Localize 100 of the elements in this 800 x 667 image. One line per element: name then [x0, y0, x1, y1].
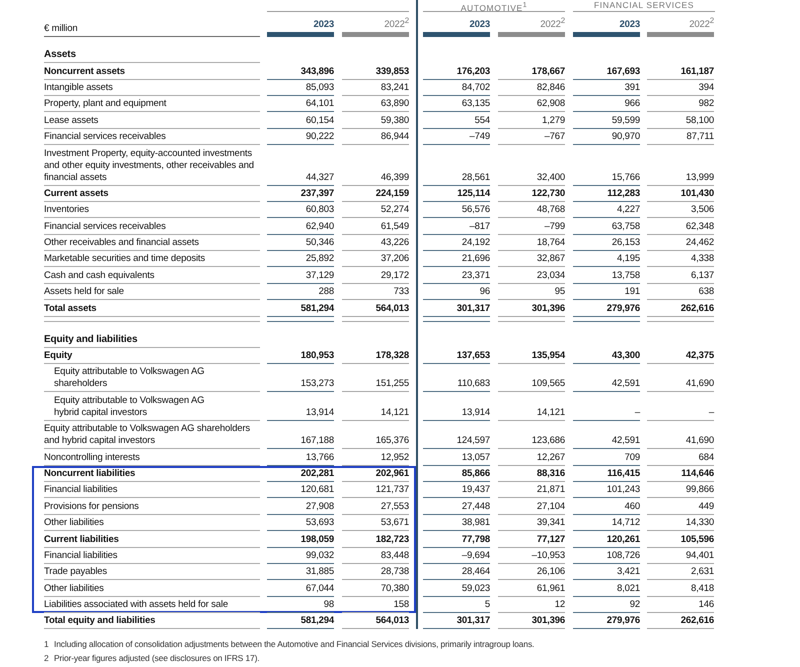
table-cell: 733 — [342, 284, 409, 300]
table-cell: 87,711 — [647, 128, 714, 146]
table-cell: 52,274 — [342, 202, 409, 218]
table-cell: 165,376 — [342, 420, 409, 450]
row-label: Noncurrent assets — [44, 66, 125, 77]
table-cell: 982 — [647, 96, 714, 112]
table-cell: 301,317 — [423, 613, 490, 630]
table-cell: 167,188 — [267, 420, 334, 450]
table-cell: 90,222 — [267, 128, 334, 146]
table-cell: 62,348 — [647, 218, 714, 235]
table-cell: 61,549 — [342, 218, 409, 235]
table-cell: 161,187 — [647, 63, 714, 80]
table-cell: 12 — [498, 596, 565, 614]
table-cell: 167,693 — [573, 63, 640, 80]
row-label: Total assets — [44, 302, 96, 314]
year-header: 2023 — [423, 15, 490, 38]
table-cell: 108,726 — [573, 548, 640, 564]
table-cell: 85,093 — [267, 80, 334, 96]
table-cell: 21,871 — [498, 482, 565, 498]
table-cell: 460 — [573, 498, 640, 515]
year-header: 2023 — [573, 15, 640, 38]
table-cell: 32,400 — [498, 145, 565, 186]
table-cell: 14,712 — [573, 514, 640, 532]
table-cell: 85,866 — [423, 466, 490, 482]
table-cell: 27,908 — [267, 498, 334, 515]
table-cell: 23,034 — [498, 267, 565, 284]
table-cell: 262,616 — [647, 613, 714, 630]
table-cell: 124,597 — [423, 420, 490, 450]
table-cell: 15,766 — [573, 145, 640, 186]
table-cell: 95 — [498, 284, 565, 300]
table-cell: 67,044 — [267, 580, 334, 597]
table-cell: 638 — [647, 284, 714, 300]
table-cell: 56,576 — [423, 202, 490, 218]
table-cell: 135,954 — [498, 348, 565, 364]
table-cell: 18,764 — [498, 234, 565, 252]
unit-label: € million — [44, 23, 78, 34]
table-cell: 48,768 — [498, 202, 565, 218]
table-cell: 44,327 — [267, 145, 334, 186]
table-cell: 26,106 — [498, 564, 565, 580]
table-cell: 88,316 — [498, 466, 565, 482]
table-cell: 99,032 — [267, 548, 334, 564]
table-cell: – — [573, 392, 640, 421]
row-label: Financial services receivables — [44, 220, 166, 232]
table-cell: 391 — [573, 80, 640, 96]
year-header: 2022$^{2}$ — [647, 12, 714, 38]
table-cell: 279,976 — [573, 613, 640, 630]
row-label: Liabilities associated with assets held for sale — [44, 599, 228, 610]
table-cell: 116,415 — [573, 466, 640, 482]
year-header: 2022$^{2}$ — [498, 12, 565, 38]
table-cell: 14,121 — [498, 392, 565, 421]
column-group-label: FINANCIAL SERVICES — [594, 0, 694, 10]
table-cell: 8,021 — [573, 580, 640, 597]
table-cell: 288 — [267, 284, 334, 300]
table-cell: 101,430 — [647, 186, 714, 202]
table-cell: 564,013 — [342, 300, 409, 317]
table-cell: 63,758 — [573, 218, 640, 235]
table-cell: 3,506 — [647, 202, 714, 218]
table-cell: 14,330 — [647, 514, 714, 532]
row-label: Current assets — [44, 188, 108, 199]
table-cell: 83,241 — [342, 80, 409, 96]
table-cell: 62,908 — [498, 96, 565, 112]
table-cell: 53,671 — [342, 514, 409, 532]
table-cell: 59,599 — [573, 112, 640, 129]
table-cell: 709 — [573, 449, 640, 466]
table-cell: 191 — [573, 284, 640, 300]
table-cell: 114,646 — [647, 466, 714, 482]
table-cell: 92 — [573, 596, 640, 614]
row-label: Trade payables — [44, 566, 108, 578]
table-cell: –10,953 — [498, 548, 565, 564]
table-cell: 4,338 — [647, 251, 714, 268]
table-cell: 202,961 — [342, 466, 409, 482]
table-cell: 301,396 — [498, 300, 565, 317]
table-cell: 105,596 — [647, 531, 714, 548]
table-cell: –749 — [423, 128, 490, 146]
row-label: Assets held for sale — [44, 286, 124, 298]
table-cell: 50,346 — [267, 234, 334, 252]
table-cell: 158 — [342, 596, 409, 614]
table-cell: 28,738 — [342, 564, 409, 580]
table-cell: 202,281 — [267, 466, 334, 482]
row-label: Current liabilities — [44, 534, 119, 545]
table-cell: 198,059 — [267, 531, 334, 548]
row-label: Investment Property, equity-accounted investments and other equity investments, other receivables and financial assets — [44, 148, 254, 182]
row-label: Marketable securities and time deposits — [44, 253, 206, 264]
table-cell: 125,114 — [423, 186, 490, 202]
table-cell: 13,057 — [423, 449, 490, 466]
table-cell: 86,944 — [342, 128, 409, 146]
table-cell: –9,694 — [423, 548, 490, 564]
table-cell: 4,227 — [573, 202, 640, 218]
table-cell: 43,226 — [342, 234, 409, 252]
table-cell: 554 — [423, 112, 490, 129]
table-cell: 62,940 — [267, 218, 334, 235]
table-cell: 301,317 — [423, 300, 490, 317]
year-header: 2023 — [267, 15, 334, 38]
table-cell: 60,803 — [267, 202, 334, 218]
table-cell: 90,970 — [573, 128, 640, 146]
table-cell: –799 — [498, 218, 565, 235]
table-cell: 110,683 — [423, 364, 490, 392]
table-cell: 41,690 — [647, 364, 714, 392]
table-cell: 13,914 — [423, 392, 490, 421]
table-cell: 581,294 — [267, 613, 334, 630]
